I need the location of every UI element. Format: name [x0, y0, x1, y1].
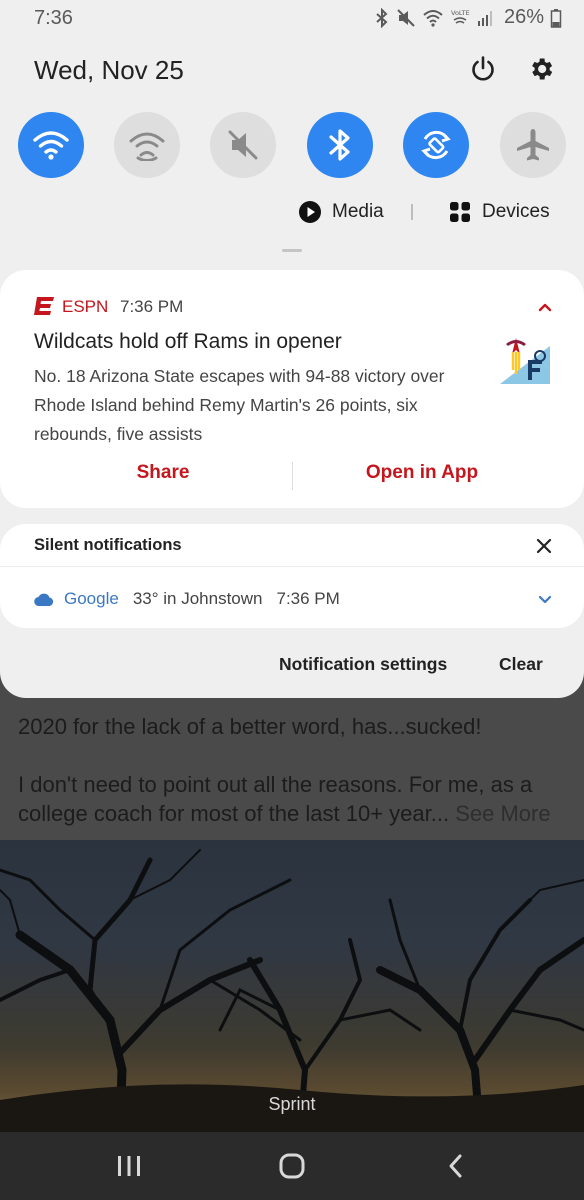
wifi-icon	[423, 9, 443, 27]
tile-auto-rotate[interactable]	[403, 112, 469, 178]
play-icon	[299, 201, 321, 223]
devices-button[interactable]: Devices	[449, 198, 550, 226]
shade-drag-handle[interactable]	[282, 249, 302, 252]
notification-thumbnail	[500, 334, 550, 384]
devices-icon	[450, 202, 470, 222]
notification-body: No. 18 Arizona State escapes with 94-88 …	[34, 366, 445, 444]
media-divider	[411, 204, 413, 220]
open-in-app-button[interactable]: Open in App	[352, 462, 492, 490]
background-post-text: 2020 for the lack of a better word, has.…	[18, 712, 564, 857]
status-icons: VoLTE 26%	[374, 6, 562, 29]
expand-google-notification-button[interactable]	[534, 591, 556, 609]
recents-icon	[118, 1156, 140, 1176]
tile-airplane-mode[interactable]	[500, 112, 566, 178]
power-button[interactable]	[466, 52, 500, 86]
post-line-2: I don't need to point out all the reason…	[18, 770, 564, 828]
google-notification-time: 7:36 PM	[276, 589, 340, 608]
chevron-down-icon	[538, 595, 552, 604]
back-button[interactable]	[426, 1146, 486, 1186]
recents-button[interactable]	[99, 1146, 159, 1186]
home-icon	[279, 1153, 305, 1179]
clear-notifications-button[interactable]: Clear	[499, 654, 543, 675]
bluetooth-icon	[329, 129, 350, 161]
tile-wifi[interactable]	[18, 112, 84, 178]
airplane-icon	[517, 129, 549, 161]
chevron-up-icon	[538, 303, 552, 312]
tile-bluetooth[interactable]	[307, 112, 373, 178]
media-button[interactable]: Media	[298, 198, 384, 226]
collapse-notification-button[interactable]	[534, 298, 556, 316]
settings-button[interactable]	[524, 52, 558, 86]
svg-text:VoLTE: VoLTE	[451, 9, 470, 17]
status-bar: 7:36 VoLTE 26%	[0, 0, 584, 36]
mute-icon	[228, 130, 258, 160]
tile-mobile-hotspot[interactable]	[114, 112, 180, 178]
quick-settings-tiles	[18, 112, 566, 178]
home-button[interactable]	[262, 1146, 322, 1186]
notification-settings-button[interactable]: Notification settings	[279, 654, 447, 675]
google-notification[interactable]: Google 33° in Johnstown 7:36 PM	[34, 588, 340, 610]
close-icon	[536, 538, 552, 554]
wifi-icon	[33, 131, 69, 160]
carrier-label: Sprint	[268, 1094, 316, 1114]
cloud-icon	[34, 593, 54, 606]
signal-icon	[477, 10, 492, 26]
post-line-1: 2020 for the lack of a better word, has.…	[18, 714, 482, 739]
power-icon	[472, 56, 494, 81]
action-divider	[292, 462, 293, 490]
notification-app-name: ESPN	[62, 297, 109, 316]
battery-percent: 26%	[503, 6, 544, 28]
notification-title: Wildcats hold off Rams in opener	[34, 330, 342, 353]
background-photo	[0, 840, 584, 1132]
bluetooth-icon	[376, 7, 388, 28]
gear-icon	[532, 58, 553, 80]
volte-icon: VoLTE	[451, 9, 470, 24]
espn-logo-icon	[34, 297, 54, 315]
status-time: 7:36	[34, 7, 73, 29]
dismiss-silent-button[interactable]	[532, 534, 556, 558]
notification-time: 7:36 PM	[120, 297, 184, 316]
share-button[interactable]: Share	[100, 462, 226, 490]
header-date: Wed, Nov 25	[34, 55, 184, 85]
team-logo-image	[500, 334, 550, 384]
battery-icon	[550, 8, 562, 28]
mute-icon	[397, 8, 415, 27]
tile-sound-mute[interactable]	[210, 112, 276, 178]
rotate-icon	[421, 130, 451, 160]
google-app-name: Google	[64, 589, 119, 608]
devices-label: Devices	[482, 201, 550, 222]
silent-divider	[0, 566, 584, 567]
notification-shade: 7:36 VoLTE 26% Wed, Nov 25 Media Devices…	[0, 0, 584, 698]
google-weather-text: 33° in Johnstown	[132, 589, 263, 608]
navigation-bar	[0, 1132, 584, 1200]
see-more-link[interactable]: See More	[455, 801, 550, 826]
back-icon	[449, 1154, 462, 1178]
media-label: Media	[332, 201, 384, 222]
hotspot-icon	[129, 132, 165, 161]
silent-notifications-title: Silent notifications	[34, 536, 182, 554]
